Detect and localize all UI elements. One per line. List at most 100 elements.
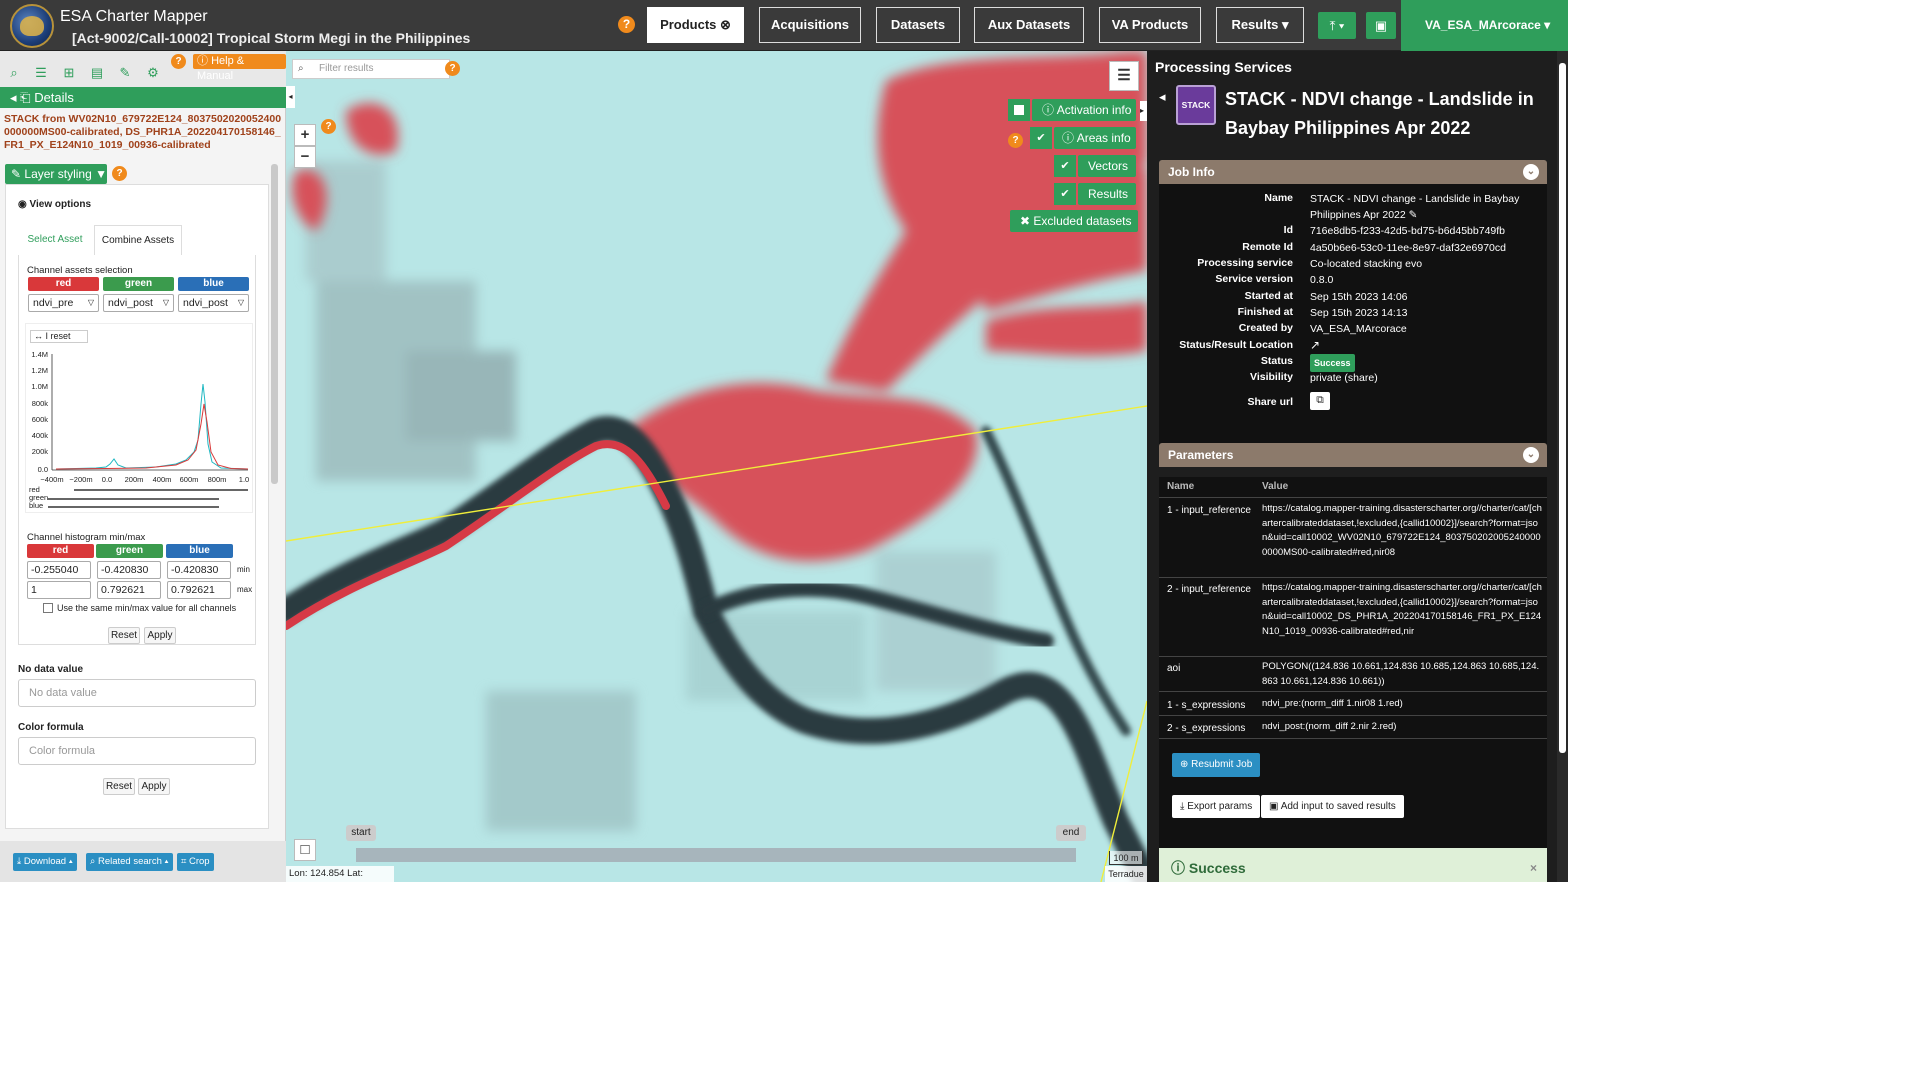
visibility-value[interactable]: private (share) [1310, 370, 1542, 386]
collapse-left-panel-icon[interactable]: ◂ [286, 86, 295, 108]
list-icon[interactable]: ☰ [31, 63, 51, 83]
esa-charter-logo[interactable] [10, 4, 54, 48]
green-max-input[interactable]: 0.792621 [97, 581, 161, 599]
vectors-checkbox[interactable]: ✔ [1054, 155, 1076, 177]
pencil-icon[interactable]: ✎ [115, 63, 135, 83]
areas-help-icon[interactable]: ? [1008, 133, 1023, 148]
finished-at-value: Sep 15th 2023 14:13 [1310, 307, 1408, 319]
right-scrollbar[interactable] [1557, 51, 1568, 882]
resubmit-icon: ⊕ [1180, 759, 1189, 770]
chevron-down-icon: ▽ [87, 298, 94, 307]
excluded-datasets-toggle[interactable]: ✖ Excluded datasets [1010, 210, 1138, 232]
tab-combine-assets[interactable]: Combine Assets [94, 225, 182, 255]
nav-products[interactable]: Products ⊗ [647, 7, 744, 43]
map-attribution[interactable]: Terradue [1105, 866, 1147, 882]
started-at-value: Sep 15th 2023 14:06 [1310, 291, 1408, 303]
right-panel: Processing Services ◂ STACK STACK - NDVI… [1147, 51, 1568, 882]
activation-info-toggle[interactable]: ⓘ Activation info [1032, 99, 1136, 121]
left-scrollbar[interactable] [271, 164, 278, 484]
green-asset-select[interactable]: ndvi_post ▽ [103, 294, 174, 312]
formula-reset-button[interactable]: Reset [103, 778, 135, 795]
basket-icon[interactable]: ⊞ [59, 63, 79, 83]
histogram-reset[interactable]: reset [51, 331, 71, 341]
areas-info-checkbox[interactable]: ✔ [1030, 127, 1052, 149]
minmax-apply-button[interactable]: Apply [144, 627, 176, 644]
zoom-in-button[interactable]: + [294, 124, 316, 146]
help-manual-button[interactable]: ⓘ Help & Manual [193, 54, 286, 82]
zoom-out-button[interactable]: − [294, 146, 316, 168]
download-icon: ⤓ [1180, 801, 1185, 812]
cursor-coordinates: Lon: 124.854 Lat: 10.671 [286, 866, 394, 882]
layers-icon[interactable]: ☰ [1109, 61, 1139, 91]
map-view[interactable]: Filter results ⌕ ? + − ? ☰ ▸ ⓘ Activatio… [286, 51, 1147, 882]
nav-results[interactable]: Results ▾ [1216, 7, 1304, 43]
back-icon[interactable]: ◂ [1159, 89, 1166, 105]
help-icon[interactable]: ? [171, 54, 186, 69]
green-min-input[interactable]: -0.420830 [97, 561, 161, 579]
resubmit-job-button[interactable]: ⊕ Resubmit Job [1172, 753, 1261, 777]
chevron-right-icon[interactable]: ▸ [1140, 101, 1147, 121]
pan-icon[interactable]: ↔ [34, 331, 43, 341]
no-data-input[interactable]: No data value [18, 679, 256, 707]
upload-icon[interactable]: ⤒ ▾ [1318, 12, 1356, 39]
tab-select-asset[interactable]: Select Asset [18, 225, 92, 255]
blue-min-input[interactable]: -0.420830 [167, 561, 231, 579]
same-minmax-checkbox[interactable] [43, 603, 53, 613]
layer-styling-header[interactable]: ✎ Layer styling ▼ [5, 164, 107, 184]
briefcase-icon[interactable]: ▣ [1366, 12, 1396, 39]
nav-datasets[interactable]: Datasets [876, 7, 960, 43]
parameters-header[interactable]: Parameters ⌄ [1159, 443, 1547, 467]
results-checkbox[interactable]: ✔ [1054, 183, 1076, 205]
red-asset-select[interactable]: ndvi_pre ▽ [28, 294, 99, 312]
zoom-icon[interactable]: I [46, 331, 49, 341]
timeline-toggle-icon[interactable]: □ [294, 839, 316, 861]
nav-va-products[interactable]: VA Products [1099, 7, 1201, 43]
vectors-toggle[interactable]: Vectors [1078, 155, 1136, 177]
copy-icon[interactable]: ⧉ [1310, 392, 1330, 410]
nav-acquisitions[interactable]: Acquisitions [759, 7, 861, 43]
crop-button[interactable]: ⌗ Crop [177, 853, 214, 871]
job-name-value[interactable]: STACK - NDVI change - Landslide in Bayba… [1310, 191, 1542, 223]
results-toggle[interactable]: Results [1078, 183, 1136, 205]
red-max-input[interactable]: 1 [27, 581, 91, 599]
search-icon: ⌕ [298, 63, 304, 74]
param-name: 1 - s_expressions [1167, 700, 1246, 711]
activation-info-checkbox[interactable] [1008, 99, 1030, 121]
close-icon[interactable]: × [1530, 848, 1537, 888]
param-value: https://catalog.mapper-training.disaster… [1262, 503, 1542, 558]
download-button[interactable]: ⤓ Download ▴ [13, 853, 77, 871]
view-options[interactable]: ◉ View options [18, 199, 91, 210]
filter-results-input[interactable]: Filter results [292, 59, 450, 79]
y-tick: 800k [32, 399, 49, 408]
details-bar[interactable]: ◂ ⎗ Details [0, 87, 286, 108]
filter-help-icon[interactable]: ? [445, 61, 460, 76]
y-tick: 1.4M [31, 350, 48, 359]
left-panel: ⌕ ☰ ⊞ ▤ ✎ ⚙ ? ⓘ Help & Manual ◂ ⎗ Detail… [0, 51, 286, 882]
search-icon[interactable]: ⌕ [4, 63, 24, 83]
chevron-left-icon[interactable]: ◂ [10, 90, 17, 105]
blue-asset-select[interactable]: ndvi_post ▽ [178, 294, 249, 312]
related-search-button[interactable]: ⌕ Related search ▴ [86, 853, 173, 871]
dataset-name: STACK from WV02N10_679722E124_8037502020… [4, 113, 282, 151]
chevron-down-icon: ▽ [162, 298, 169, 307]
red-min-input[interactable]: -0.255040 [27, 561, 91, 579]
close-icon[interactable]: ⊗ [720, 17, 731, 32]
export-params-button[interactable]: ⤓ Export params [1172, 795, 1261, 818]
user-menu[interactable]: VA_ESA_MArcorace ▾ [1401, 0, 1568, 51]
gear-icon[interactable]: ⚙ [143, 63, 163, 83]
minmax-reset-button[interactable]: Reset [108, 627, 140, 644]
external-link-icon[interactable]: ↗ [1310, 337, 1542, 353]
areas-info-toggle[interactable]: ⓘ Areas info [1054, 127, 1136, 149]
blue-max-input[interactable]: 0.792621 [167, 581, 231, 599]
param-name: 2 - s_expressions [1167, 723, 1246, 734]
job-info-header[interactable]: Job Info ⌄ [1159, 160, 1547, 184]
add-input-saved-results-button[interactable]: ▣ Add input to saved results [1261, 795, 1404, 818]
color-formula-input[interactable]: Color formula [18, 737, 256, 765]
nav-aux-datasets[interactable]: Aux Datasets [974, 7, 1084, 43]
formula-apply-button[interactable]: Apply [138, 778, 170, 795]
layer-styling-help-icon[interactable]: ? [112, 166, 127, 181]
header-help-icon[interactable]: ? [618, 16, 635, 33]
map-help-icon[interactable]: ? [321, 119, 336, 134]
timeline-slider[interactable] [356, 848, 1076, 862]
archive-icon[interactable]: ▤ [87, 63, 107, 83]
